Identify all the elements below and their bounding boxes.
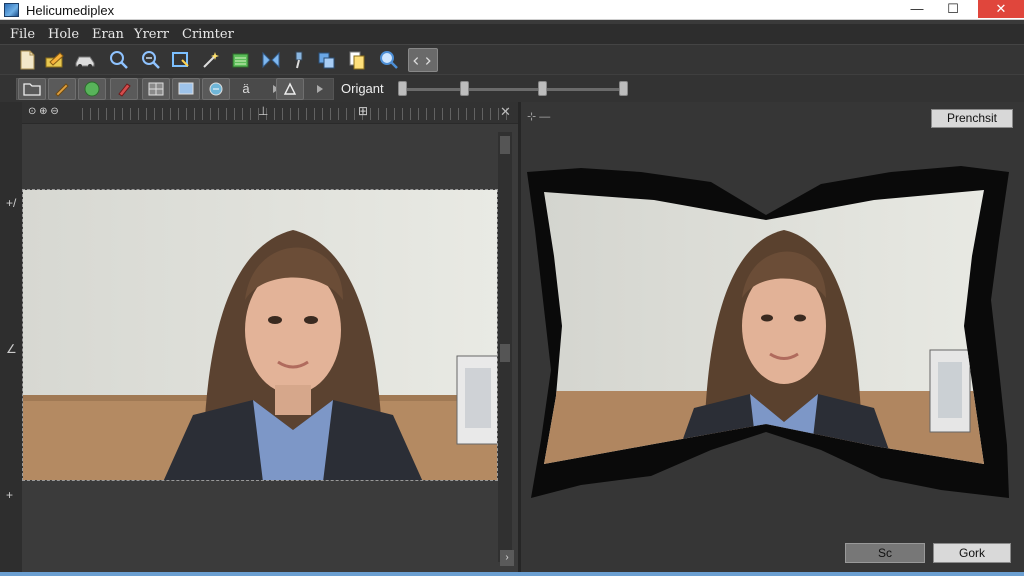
zoom-controls[interactable]: ⊙ ⊕ ⊖ (28, 106, 59, 117)
slider-handle-2[interactable] (460, 81, 469, 96)
preview-header-icon[interactable]: ⊹ — (527, 110, 550, 123)
slider-handle-1[interactable] (398, 81, 407, 96)
flip-icon[interactable] (258, 48, 284, 72)
car-icon[interactable] (72, 48, 98, 72)
text-tool[interactable]: ä (232, 78, 260, 100)
crop-rotate-icon[interactable] (168, 48, 194, 72)
window-bottom-border (0, 572, 1024, 576)
maximize-button[interactable]: ☐ (938, 0, 968, 18)
search-icon[interactable] (376, 48, 402, 72)
zoom-icon[interactable] (106, 48, 132, 72)
copy-icon[interactable] (344, 48, 370, 72)
arrow-right-icon[interactable] (262, 78, 279, 100)
vertical-scrollbar[interactable] (498, 132, 512, 562)
zoom-out-icon[interactable] (138, 48, 164, 72)
sc-button[interactable]: Sc (845, 543, 925, 563)
menu-eran[interactable]: Eran (92, 27, 124, 42)
original-photo[interactable] (22, 189, 498, 481)
options-toolbar: ä Origant (0, 74, 1024, 102)
side-glyph-2[interactable]: ∠ (6, 342, 17, 356)
shape-icon[interactable] (276, 78, 304, 100)
close-button[interactable]: ✕ (978, 0, 1024, 18)
window-title: Helicumediplex (26, 3, 115, 18)
slider-handle-4[interactable] (619, 81, 628, 96)
menu-bar: File Hole Eran Yrerr Crimter (0, 24, 1024, 44)
preview-photo[interactable] (544, 186, 984, 464)
pencil-icon[interactable] (48, 78, 76, 100)
pane-close-icon[interactable]: ✕ (500, 104, 511, 120)
grid-icon[interactable] (142, 78, 170, 100)
horizontal-ruler (82, 108, 512, 120)
slider-handle-3[interactable] (538, 81, 547, 96)
edit-pencil-icon[interactable] (42, 48, 68, 72)
magic-wand-icon[interactable] (198, 48, 224, 72)
new-file-icon[interactable] (14, 48, 40, 72)
scroll-right-button[interactable]: › (500, 550, 514, 566)
ruler-marker-b[interactable]: ⊞ (358, 104, 368, 118)
left-pane-header: ⊙ ⊕ ⊖ ⊥ ⊞ ✕ (22, 102, 518, 124)
folder-icon[interactable] (18, 78, 46, 100)
arrow-right-icon-2[interactable] (306, 78, 332, 100)
clone-icon[interactable] (314, 48, 340, 72)
transform-icon[interactable] (202, 78, 230, 100)
code-icon[interactable] (408, 48, 438, 72)
origin-label: Origant (341, 81, 384, 96)
eraser-icon[interactable] (110, 78, 138, 100)
left-tool-strip: +/ ∠ + (0, 102, 22, 572)
app-logo-icon (4, 3, 19, 17)
menu-file[interactable]: File (10, 27, 35, 42)
menu-hole[interactable]: Hole (48, 27, 79, 42)
monitor-icon[interactable] (172, 78, 200, 100)
globe-icon[interactable] (78, 78, 106, 100)
scroll-thumb-mid[interactable] (500, 344, 510, 362)
side-glyph-1[interactable]: +/ (6, 196, 16, 210)
main-toolbar (0, 44, 1024, 74)
layers-icon[interactable] (228, 48, 254, 72)
origin-slider-track[interactable] (400, 88, 626, 91)
ruler-marker-a[interactable]: ⊥ (258, 104, 268, 118)
title-bar: Helicumediplex — ☐ ✕ (0, 0, 1024, 20)
scroll-thumb-top[interactable] (500, 136, 510, 154)
brush-icon[interactable] (286, 48, 312, 72)
minimize-button[interactable]: — (902, 0, 932, 18)
side-glyph-3[interactable]: + (6, 488, 13, 502)
preset-button[interactable]: Prenchsit (931, 109, 1013, 128)
menu-yrerr[interactable]: Yrerr (134, 27, 169, 42)
menu-crimter[interactable]: Crimter (182, 27, 234, 42)
gork-button[interactable]: Gork (933, 543, 1011, 563)
